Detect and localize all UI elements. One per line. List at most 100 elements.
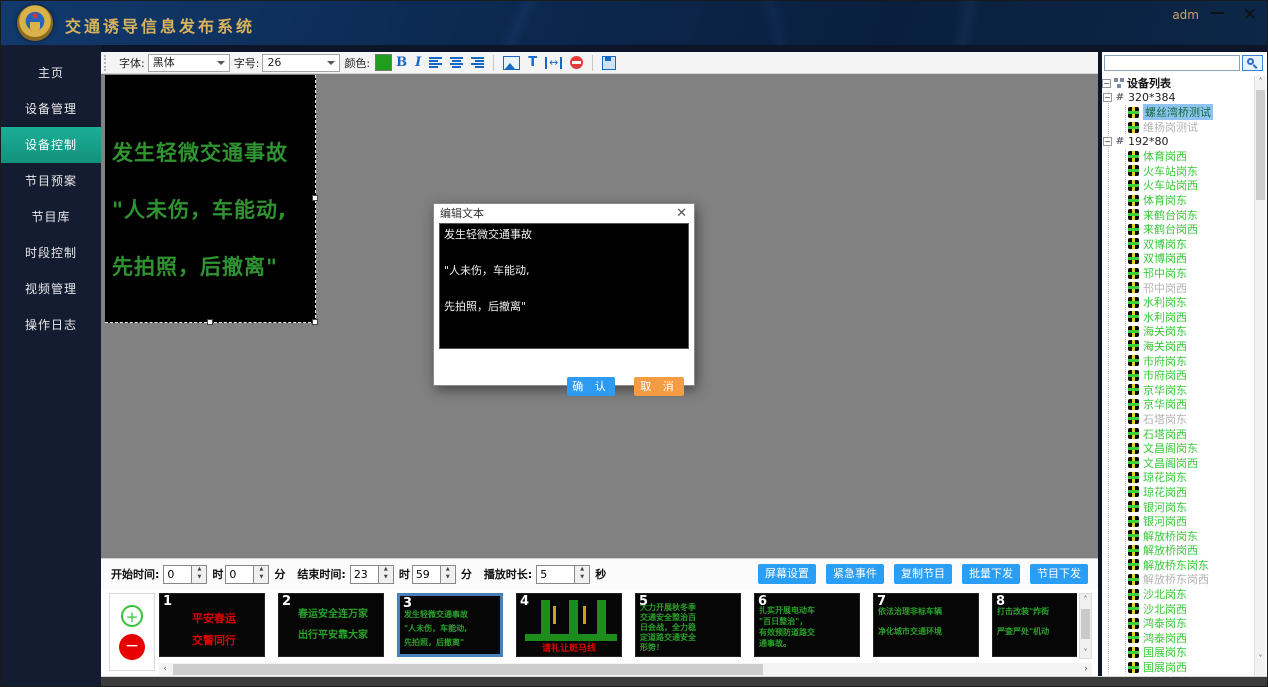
align-right-icon[interactable] — [471, 57, 484, 68]
device-item[interactable]: 体育岗东 — [1128, 193, 1254, 208]
device-item[interactable]: 解放桥岗西 — [1128, 543, 1254, 558]
sidebar-item-视频管理[interactable]: 视频管理 — [1, 271, 101, 307]
sidebar-item-主页[interactable]: 主页 — [1, 55, 101, 91]
device-item[interactable]: 石塔岗东 — [1128, 412, 1254, 427]
device-item[interactable]: 螺丝湾桥测试 — [1128, 105, 1254, 120]
device-item[interactable]: 银河岗东 — [1128, 499, 1254, 514]
cancel-button[interactable]: 取 消 — [634, 377, 684, 396]
device-item[interactable]: 海关岗西 — [1128, 339, 1254, 354]
device-item[interactable]: 火车站岗东 — [1128, 164, 1254, 179]
scroll-down-icon[interactable]: ˅ — [1255, 653, 1266, 665]
save-icon[interactable] — [602, 56, 616, 70]
insert-image-icon[interactable] — [503, 56, 520, 70]
device-item[interactable]: 京华岗西 — [1128, 397, 1254, 412]
device-item[interactable]: 水利岗东 — [1128, 295, 1254, 310]
scroll-up-icon[interactable]: ˄ — [1080, 594, 1091, 605]
collapse-icon[interactable]: − — [1103, 137, 1112, 146]
device-item[interactable]: 石塔岗西 — [1128, 426, 1254, 441]
device-item[interactable]: 沙北岗东 — [1128, 587, 1254, 602]
device-item[interactable]: 水利岗西 — [1128, 310, 1254, 325]
end-minute-input[interactable] — [413, 566, 440, 583]
search-button[interactable] — [1242, 55, 1263, 71]
program-thumbnail-6[interactable]: 6扎实开展电动车 "百日整治"， 有效预防道路交 通事故。 — [754, 593, 860, 657]
device-item[interactable]: 双博岗东 — [1128, 237, 1254, 252]
device-search-input[interactable] — [1104, 55, 1240, 71]
resize-handle[interactable] — [207, 319, 213, 325]
tree-root[interactable]: −设备列表 — [1102, 76, 1254, 91]
scroll-down-icon[interactable]: ˅ — [1080, 647, 1091, 658]
close-icon[interactable]: ✕ — [1243, 5, 1257, 25]
device-item[interactable]: 解放桥东岗西 — [1128, 572, 1254, 587]
spinner[interactable]: ▲▼ — [574, 566, 589, 583]
tree-scrollbar[interactable]: ˄ ˅ — [1254, 76, 1266, 677]
device-item[interactable]: 鸿泰岗东 — [1128, 616, 1254, 631]
align-left-icon[interactable] — [429, 57, 442, 68]
bold-button[interactable]: B — [396, 55, 407, 70]
delete-item-icon[interactable] — [570, 56, 583, 69]
scroll-left-icon[interactable]: ‹ — [159, 663, 171, 676]
program-vertical-scrollbar[interactable]: ˄ ˅ — [1079, 593, 1092, 659]
action-button-节目下发[interactable]: 节目下发 — [1030, 564, 1088, 584]
device-item[interactable]: 银河岗西 — [1128, 514, 1254, 529]
resize-handle[interactable] — [312, 319, 318, 325]
sidebar-item-节目预案[interactable]: 节目预案 — [1, 163, 101, 199]
italic-button[interactable]: I — [415, 55, 421, 70]
duration-stepper[interactable]: ▲▼ — [536, 565, 590, 584]
spinner[interactable]: ▲▼ — [191, 566, 206, 583]
sidebar-item-时段控制[interactable]: 时段控制 — [1, 235, 101, 271]
action-button-紧急事件[interactable]: 紧急事件 — [826, 564, 884, 584]
duration-input[interactable] — [537, 566, 574, 583]
device-item[interactable]: 市府岗西 — [1128, 368, 1254, 383]
device-item[interactable]: 解放桥岗东 — [1128, 528, 1254, 543]
scrollbar-thumb[interactable] — [1081, 609, 1090, 639]
spinner[interactable]: ▲▼ — [253, 566, 268, 583]
device-item[interactable]: 维扬岗测试 — [1128, 120, 1254, 135]
action-button-批量下发[interactable]: 批量下发 — [962, 564, 1020, 584]
minimize-icon[interactable]: — — [1210, 3, 1225, 21]
tree-group-192*80[interactable]: −#192*80 — [1103, 134, 1254, 149]
program-thumbnail-7[interactable]: 7依法治理非标车辆 净化城市交通环境 — [873, 593, 979, 657]
device-item[interactable]: 海关岗东 — [1128, 324, 1254, 339]
device-item[interactable]: 国展岗东 — [1128, 645, 1254, 660]
device-item[interactable]: 双博岗西 — [1128, 251, 1254, 266]
resize-handle[interactable] — [312, 195, 318, 201]
led-preview-panel[interactable]: 发生轻微交通事故 "人未伤，车能动, 先拍照，后撤离" — [105, 75, 316, 323]
font-size-select[interactable]: 26 — [262, 54, 340, 72]
program-thumbnail-8[interactable]: 8打击改装"炸街 严查严处"机动 — [992, 593, 1077, 657]
device-item[interactable]: 文昌阁岗西 — [1128, 455, 1254, 470]
color-swatch[interactable] — [375, 54, 392, 71]
device-item[interactable]: 鸿泰岗西 — [1128, 631, 1254, 646]
collapse-icon[interactable]: − — [1103, 93, 1112, 102]
program-thumbnail-5[interactable]: 5大力开展秋冬季 交通安全整治百 日会战，全力稳 定道路交通安全 形势！ — [635, 593, 741, 657]
device-item[interactable]: 邗中岗东 — [1128, 266, 1254, 281]
device-item[interactable]: 京华岗东 — [1128, 382, 1254, 397]
device-item[interactable]: 来鹤台岗西 — [1128, 222, 1254, 237]
program-thumbnail-2[interactable]: 2春运安全连万家 出行平安靠大家 — [278, 593, 384, 657]
device-item[interactable]: 体育岗西 — [1128, 149, 1254, 164]
remove-program-button[interactable]: − — [119, 634, 145, 660]
scroll-up-icon[interactable]: ˄ — [1255, 76, 1266, 88]
start-hour-stepper[interactable]: ▲▼ — [163, 565, 207, 584]
font-select[interactable]: 黑体 — [148, 54, 230, 72]
action-button-复制节目[interactable]: 复制节目 — [894, 564, 952, 584]
sidebar-item-操作日志[interactable]: 操作日志 — [1, 307, 101, 343]
scroll-right-icon[interactable]: › — [1080, 663, 1092, 676]
device-item[interactable]: 市府岗东 — [1128, 353, 1254, 368]
program-horizontal-scrollbar[interactable]: ‹ › — [159, 663, 1092, 676]
tree-group-320*384[interactable]: −#320*384 — [1103, 91, 1254, 106]
device-item[interactable]: 火车站岗西 — [1128, 178, 1254, 193]
dialog-close-icon[interactable]: ✕ — [676, 206, 687, 221]
end-hour-input[interactable] — [351, 566, 378, 583]
confirm-button[interactable]: 确 认 — [567, 377, 615, 396]
dialog-textarea[interactable]: 发生轻微交通事故 "人未伤，车能动, 先拍照，后撤离" — [439, 223, 689, 349]
scrollbar-thumb[interactable] — [173, 664, 763, 675]
device-item[interactable]: 来鹤台岗东 — [1128, 207, 1254, 222]
sidebar-item-节目库[interactable]: 节目库 — [1, 199, 101, 235]
add-program-button[interactable]: + — [121, 605, 143, 627]
action-button-屏幕设置[interactable]: 屏幕设置 — [758, 564, 816, 584]
spinner[interactable]: ▲▼ — [440, 566, 455, 583]
program-thumbnail-1[interactable]: 1平安春运 交警同行 — [159, 593, 265, 657]
device-item[interactable]: 国展岗西 — [1128, 660, 1254, 675]
sidebar-item-设备管理[interactable]: 设备管理 — [1, 91, 101, 127]
end-minute-stepper[interactable]: ▲▼ — [412, 565, 456, 584]
